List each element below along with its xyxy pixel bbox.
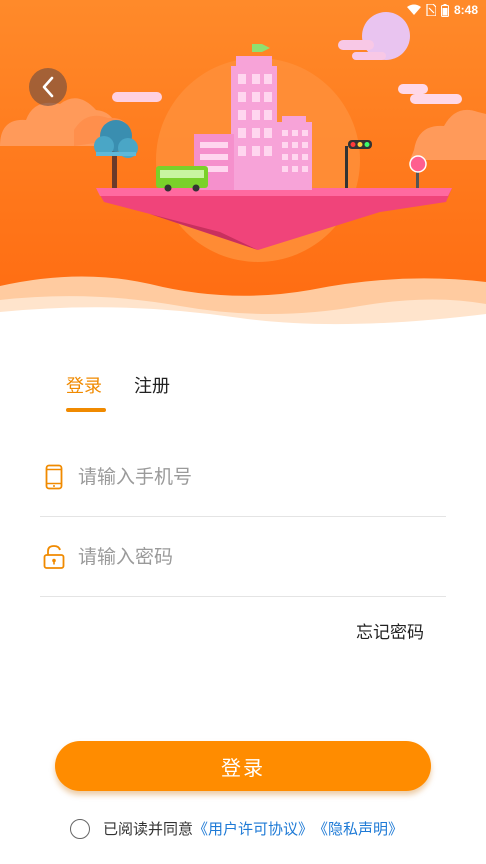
phone-field — [40, 437, 446, 517]
hero-illustration — [0, 0, 486, 330]
battery-icon — [440, 3, 449, 17]
phone-input[interactable] — [78, 465, 398, 488]
status-time: 8:48 — [453, 3, 478, 17]
agreement-checkbox[interactable] — [70, 818, 90, 839]
forgot-password-link[interactable]: 忘记密码 — [356, 618, 424, 643]
wifi-icon — [406, 4, 421, 15]
active-tab-indicator — [66, 408, 106, 412]
login-button[interactable]: 登录 — [55, 741, 431, 791]
back-button[interactable] — [29, 68, 67, 106]
tab-register[interactable]: 注册 — [134, 372, 170, 398]
status-bar: 8:48 — [0, 0, 486, 22]
lock-icon — [42, 543, 66, 571]
auth-tabs: 登录 注册 — [66, 372, 170, 398]
agreement-row: 已阅读并同意 《用户许可协议》 《隐私声明》 — [70, 818, 403, 839]
chevron-left-icon — [42, 76, 54, 98]
phone-icon — [42, 463, 66, 491]
privacy-link[interactable]: 《隐私声明》 — [313, 818, 403, 839]
tab-login[interactable]: 登录 — [66, 372, 102, 398]
user-license-link[interactable]: 《用户许可协议》 — [193, 818, 313, 839]
agreement-prefix: 已阅读并同意 — [103, 820, 194, 838]
password-field — [40, 517, 446, 597]
sim-icon — [426, 4, 436, 16]
password-input[interactable] — [78, 545, 398, 568]
